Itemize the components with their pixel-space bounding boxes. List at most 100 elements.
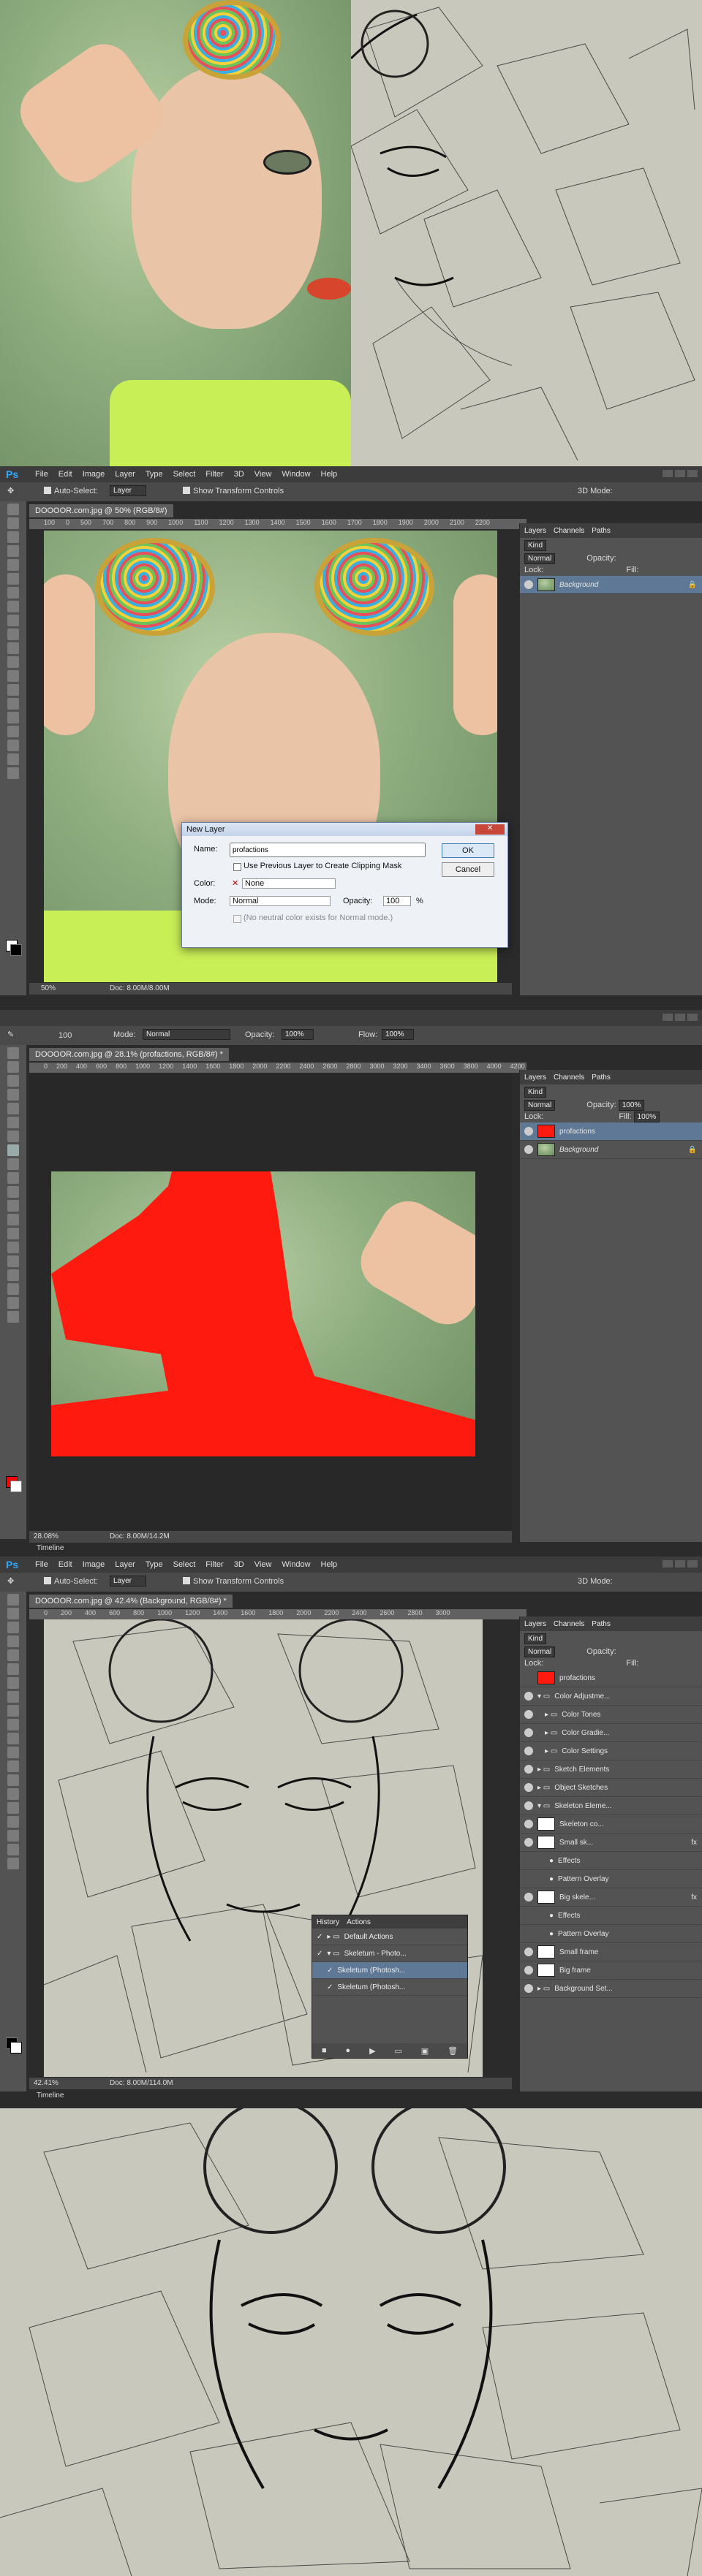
action-set-row[interactable]: ✓ ▸ ▭ Default Actions bbox=[312, 1929, 467, 1945]
transform-checkbox[interactable] bbox=[183, 1577, 190, 1584]
play-icon[interactable]: ▶ bbox=[369, 2046, 375, 2056]
eraser-tool[interactable] bbox=[7, 642, 19, 654]
flow-field[interactable]: 100% bbox=[382, 1029, 414, 1040]
effect-row[interactable]: ● Pattern Overlay bbox=[520, 1870, 702, 1888]
crop-tool[interactable] bbox=[7, 1103, 19, 1114]
transform-checkbox[interactable] bbox=[183, 487, 190, 494]
eraser-tool[interactable] bbox=[7, 1186, 19, 1198]
tab-paths[interactable]: Paths bbox=[592, 1074, 611, 1082]
menu-window[interactable]: Window bbox=[282, 470, 310, 479]
menu-type[interactable]: Type bbox=[146, 470, 163, 479]
brush-tool[interactable] bbox=[7, 1691, 19, 1703]
layer-row[interactable]: ▾ ▭ Skeleton Eleme... bbox=[520, 1797, 702, 1815]
color-dropdown[interactable]: None bbox=[242, 878, 336, 889]
dialog-close-button[interactable]: ✕ bbox=[475, 824, 505, 835]
healing-tool[interactable] bbox=[7, 587, 19, 599]
tab-channels[interactable]: Channels bbox=[554, 1620, 584, 1628]
layer-row[interactable]: profactions bbox=[520, 1122, 702, 1141]
menu-edit[interactable]: Edit bbox=[58, 470, 72, 479]
eyedropper-tool[interactable] bbox=[7, 1117, 19, 1128]
dodge-tool[interactable] bbox=[7, 1774, 19, 1786]
kind-filter[interactable]: Kind bbox=[524, 1633, 547, 1644]
eye-icon[interactable] bbox=[524, 1966, 533, 1975]
path-select-tool[interactable] bbox=[7, 726, 19, 737]
shape-tool[interactable] bbox=[7, 1283, 19, 1295]
hand-tool[interactable] bbox=[7, 753, 19, 765]
shape-tool[interactable] bbox=[7, 1830, 19, 1842]
healing-tool[interactable] bbox=[7, 1677, 19, 1689]
dodge-tool[interactable] bbox=[7, 684, 19, 696]
action-row[interactable]: ✓ Skeletum (Photosh... bbox=[312, 1962, 467, 1979]
auto-select-dropdown[interactable]: Layer bbox=[110, 485, 146, 496]
menu-type[interactable]: Type bbox=[146, 1560, 163, 1569]
shape-tool[interactable] bbox=[7, 740, 19, 751]
action-set-row[interactable]: ✓ ▾ ▭ Skeletum - Photo... bbox=[312, 1945, 467, 1962]
mode-dropdown[interactable]: Normal bbox=[230, 896, 331, 906]
background-color[interactable] bbox=[10, 944, 22, 956]
maximize-button[interactable] bbox=[675, 1560, 685, 1568]
layer-row[interactable]: Small sk... fx bbox=[520, 1834, 702, 1852]
tab-paths[interactable]: Paths bbox=[592, 527, 611, 535]
new-action-icon[interactable]: ▣ bbox=[421, 2046, 429, 2056]
neutral-checkbox[interactable] bbox=[233, 915, 241, 923]
new-set-icon[interactable]: ▭ bbox=[394, 2046, 401, 2056]
eye-icon[interactable] bbox=[524, 1692, 533, 1701]
eyedropper-tool[interactable] bbox=[7, 573, 19, 585]
menu-window[interactable]: Window bbox=[282, 1560, 310, 1569]
zoom-level[interactable]: 42.41% bbox=[34, 2079, 58, 2087]
canvas-photo-2[interactable] bbox=[51, 1171, 475, 1456]
menu-view[interactable]: View bbox=[254, 470, 272, 479]
tab-paths[interactable]: Paths bbox=[592, 1620, 611, 1628]
layer-row[interactable]: profactions bbox=[520, 1669, 702, 1687]
layer-row[interactable]: ▸ ▭ Color Gradie... bbox=[520, 1724, 702, 1742]
pen-tool[interactable] bbox=[7, 698, 19, 710]
tab-channels[interactable]: Channels bbox=[554, 1074, 584, 1082]
eye-icon[interactable] bbox=[524, 1820, 533, 1828]
lasso-tool[interactable] bbox=[7, 1622, 19, 1633]
record-icon[interactable]: ● bbox=[346, 2046, 351, 2055]
pen-tool[interactable] bbox=[7, 1242, 19, 1253]
eye-icon[interactable] bbox=[524, 1673, 533, 1682]
zoom-level[interactable]: 28.08% bbox=[34, 1532, 58, 1540]
blur-tool[interactable] bbox=[7, 670, 19, 682]
eraser-tool[interactable] bbox=[7, 1733, 19, 1744]
eye-icon[interactable] bbox=[524, 1747, 533, 1755]
eye-icon[interactable] bbox=[524, 1893, 533, 1901]
blur-tool[interactable] bbox=[7, 1214, 19, 1226]
eye-icon[interactable] bbox=[524, 1783, 533, 1792]
menu-filter[interactable]: Filter bbox=[205, 1560, 223, 1569]
eye-icon[interactable] bbox=[524, 1801, 533, 1810]
kind-filter[interactable]: Kind bbox=[524, 1087, 547, 1098]
menu-filter[interactable]: Filter bbox=[205, 470, 223, 479]
layer-row[interactable]: ▸ ▭ Sketch Elements bbox=[520, 1760, 702, 1779]
minimize-button[interactable] bbox=[663, 1560, 673, 1568]
stop-icon[interactable]: ■ bbox=[322, 2046, 327, 2055]
quick-select-tool[interactable] bbox=[7, 1635, 19, 1647]
menu-image[interactable]: Image bbox=[83, 1560, 105, 1569]
stamp-tool[interactable] bbox=[7, 615, 19, 626]
marquee-tool[interactable] bbox=[7, 1061, 19, 1073]
layer-row[interactable]: Big skele... fx bbox=[520, 1888, 702, 1907]
checkbox-clipping[interactable] bbox=[233, 863, 241, 871]
crop-tool[interactable] bbox=[7, 559, 19, 571]
auto-select-checkbox[interactable] bbox=[44, 487, 51, 494]
effects-row[interactable]: ● Effects bbox=[520, 1852, 702, 1870]
zoom-tool[interactable] bbox=[7, 1311, 19, 1323]
type-tool[interactable] bbox=[7, 1802, 19, 1814]
type-tool[interactable] bbox=[7, 712, 19, 723]
type-tool[interactable] bbox=[7, 1255, 19, 1267]
eye-icon[interactable] bbox=[524, 1728, 533, 1737]
layer-row[interactable]: ▸ ▭ Color Tones bbox=[520, 1706, 702, 1724]
path-select-tool[interactable] bbox=[7, 1269, 19, 1281]
menu-file[interactable]: File bbox=[35, 470, 48, 479]
background-color[interactable] bbox=[10, 2042, 22, 2053]
brush-size[interactable]: 100 bbox=[58, 1031, 72, 1040]
menu-3d[interactable]: 3D bbox=[234, 470, 244, 479]
healing-tool[interactable] bbox=[7, 1131, 19, 1142]
eye-icon[interactable] bbox=[524, 1710, 533, 1719]
cancel-button[interactable]: Cancel bbox=[442, 862, 494, 877]
fill-value[interactable]: 100% bbox=[633, 1112, 660, 1122]
minimize-button[interactable] bbox=[663, 470, 673, 477]
tab-history[interactable]: History bbox=[317, 1918, 339, 1926]
mode-dropdown[interactable]: Normal bbox=[143, 1029, 230, 1040]
